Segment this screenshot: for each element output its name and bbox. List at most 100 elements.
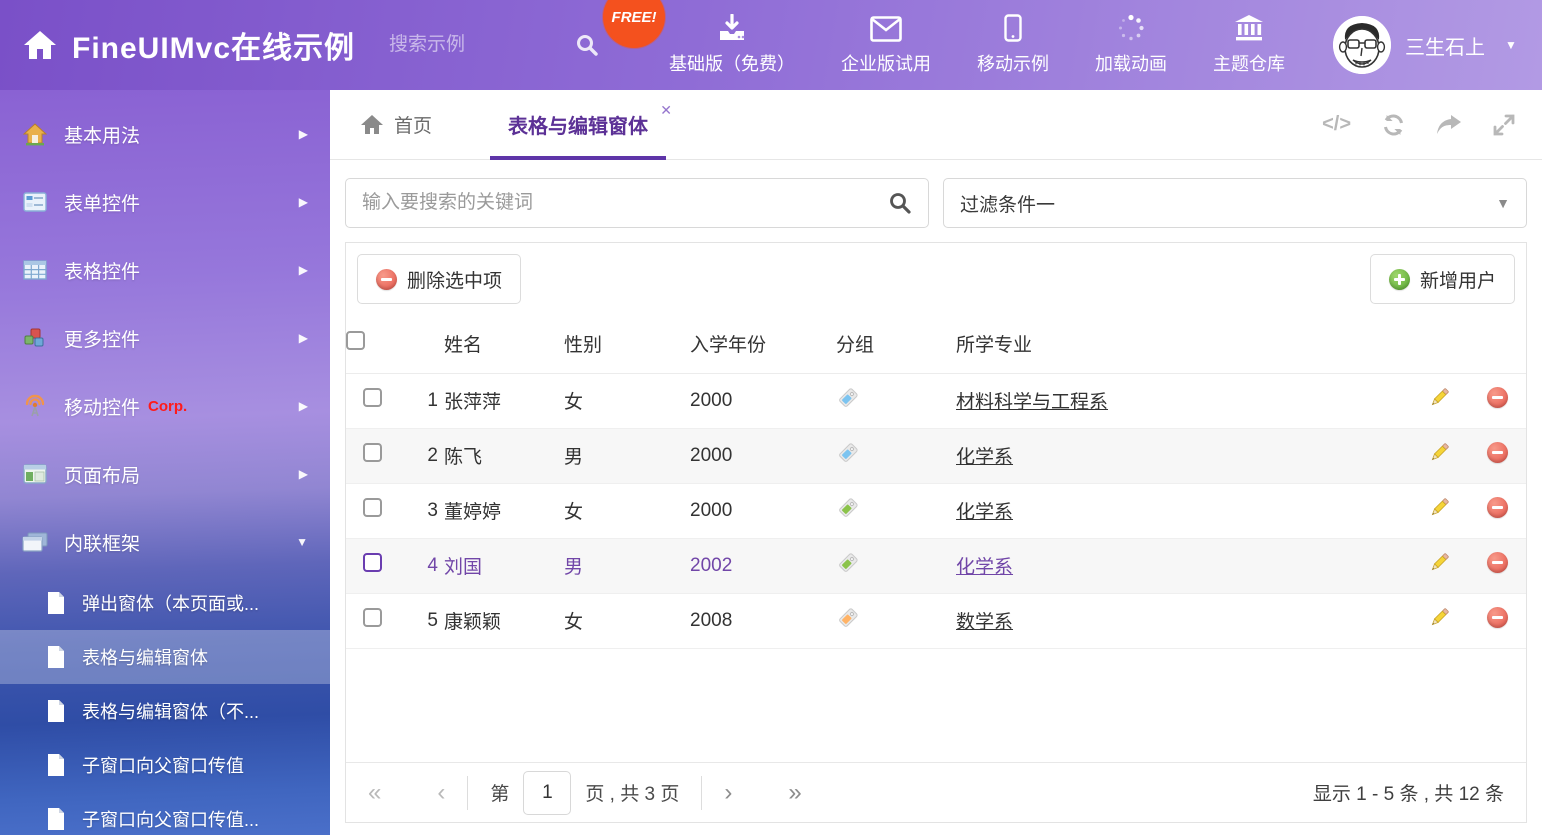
prev-page-icon[interactable]: ‹ <box>437 781 445 805</box>
delete-selected-button[interactable]: 删除选中项 <box>357 254 521 304</box>
cell-gender: 男 <box>564 428 690 483</box>
edit-icon[interactable] <box>1428 606 1451 629</box>
major-link[interactable]: 化学系 <box>956 447 1013 468</box>
delete-icon[interactable] <box>1487 552 1508 573</box>
delete-icon[interactable] <box>1487 442 1508 463</box>
tab-toolbar: </> <box>1322 113 1516 137</box>
nav-item-mobile-demo[interactable]: 移动示例 <box>977 14 1049 76</box>
cell-gender: 女 <box>564 593 690 648</box>
sidebar-item-grid-controls[interactable]: 表格控件 ▶ <box>0 236 330 304</box>
delete-icon[interactable] <box>1487 497 1508 518</box>
grid-toolbar: 删除选中项 新增用户 <box>346 243 1526 315</box>
filter-dropdown[interactable]: 过滤条件一 ▼ <box>943 178 1527 228</box>
major-link[interactable]: 化学系 <box>956 502 1013 523</box>
keyword-search-input[interactable] <box>362 192 888 214</box>
nav-label: 主题仓库 <box>1213 50 1285 76</box>
grid-empty-area <box>346 649 1526 763</box>
chevron-right-icon: ▶ <box>299 467 308 481</box>
table-row[interactable]: 5康颖颖女2008数学系 <box>346 593 1526 648</box>
column-header-gender[interactable]: 性别 <box>564 315 690 373</box>
sidebar-subitem-label: 弹出窗体（本页面或... <box>82 590 259 616</box>
first-page-icon[interactable]: « <box>368 781 381 805</box>
record-count-summary: 显示 1 - 5 条 , 共 12 条 <box>1313 779 1504 806</box>
sidebar-subitem-child-to-parent-alt[interactable]: 子窗口向父窗口传值... <box>0 792 330 835</box>
table-row[interactable]: 3董婷婷女2000化学系 <box>346 483 1526 538</box>
row-index: 2 <box>398 428 444 483</box>
page-icon <box>46 699 66 723</box>
delete-icon[interactable] <box>1487 607 1508 628</box>
sidebar-item-mobile-controls[interactable]: 移动控件 Corp. ▶ <box>0 372 330 440</box>
tag-icon <box>836 386 860 410</box>
row-checkbox[interactable] <box>363 608 382 627</box>
bank-icon <box>1234 14 1264 42</box>
row-checkbox[interactable] <box>363 388 382 407</box>
select-all-checkbox[interactable] <box>346 331 365 350</box>
edit-icon[interactable] <box>1428 386 1451 409</box>
sidebar-subitem-grid-edit-window[interactable]: 表格与编辑窗体 <box>0 630 330 684</box>
edit-icon[interactable] <box>1428 496 1451 519</box>
major-link[interactable]: 化学系 <box>956 557 1013 578</box>
free-badge: FREE! <box>603 0 665 48</box>
page-icon <box>46 807 66 831</box>
table-row[interactable]: 2陈飞男2000化学系 <box>346 428 1526 483</box>
active-tab-underline <box>490 156 666 160</box>
source-code-icon[interactable]: </> <box>1322 113 1351 136</box>
home-icon[interactable] <box>22 29 58 61</box>
open-new-window-icon[interactable] <box>1436 114 1462 136</box>
fullscreen-icon[interactable] <box>1492 113 1516 137</box>
nav-item-loading-animation[interactable]: 加载动画 <box>1095 14 1167 76</box>
nav-item-enterprise-trial[interactable]: 企业版试用 <box>841 16 931 76</box>
delete-icon[interactable] <box>1487 387 1508 408</box>
table-row[interactable]: 4刘国男2002化学系 <box>346 538 1526 593</box>
tab-home[interactable]: 首页 <box>360 111 432 138</box>
nav-item-theme-store[interactable]: 主题仓库 <box>1213 14 1285 76</box>
row-checkbox[interactable] <box>363 498 382 517</box>
major-link[interactable]: 数学系 <box>956 612 1013 633</box>
column-header-major[interactable]: 所学专业 <box>956 315 1410 373</box>
sidebar-subitem-grid-edit-window-alt[interactable]: 表格与编辑窗体（不... <box>0 684 330 738</box>
nav-label: 移动示例 <box>977 50 1049 76</box>
cell-gender: 女 <box>564 373 690 428</box>
header-search[interactable] <box>389 33 599 57</box>
sidebar-item-label: 页面布局 <box>64 461 140 488</box>
edit-icon[interactable] <box>1428 551 1451 574</box>
column-header-year[interactable]: 入学年份 <box>690 315 836 373</box>
tab-active-label: 表格与编辑窗体 <box>508 110 648 139</box>
next-page-icon[interactable]: › <box>724 781 732 805</box>
table-icon <box>22 260 48 280</box>
sidebar-item-page-layout[interactable]: 页面布局 ▶ <box>0 440 330 508</box>
keyword-search-box[interactable] <box>345 178 929 228</box>
chevron-right-icon: ▶ <box>299 263 308 277</box>
avatar[interactable] <box>1333 16 1391 74</box>
sidebar-item-inline-frame[interactable]: 内联框架 ▼ <box>0 508 330 576</box>
search-icon[interactable] <box>888 191 912 215</box>
table-row[interactable]: 1张萍萍女2000材料科学与工程系 <box>346 373 1526 428</box>
sidebar-subitem-popup-window[interactable]: 弹出窗体（本页面或... <box>0 576 330 630</box>
header-search-input[interactable] <box>389 34 539 56</box>
filter-row: 过滤条件一 ▼ <box>330 160 1542 242</box>
sidebar-subitem-child-to-parent[interactable]: 子窗口向父窗口传值 <box>0 738 330 792</box>
cell-gender: 男 <box>564 538 690 593</box>
sidebar-item-basic-usage[interactable]: 基本用法 ▶ <box>0 100 330 168</box>
sidebar-item-form-controls[interactable]: 表单控件 ▶ <box>0 168 330 236</box>
tab-grid-edit-window[interactable]: 表格与编辑窗体 ✕ <box>490 90 666 159</box>
user-menu[interactable]: 三生石上 ▼ <box>1333 16 1517 74</box>
cell-year: 2000 <box>690 483 836 538</box>
row-checkbox[interactable] <box>363 443 382 462</box>
divider <box>701 776 702 810</box>
last-page-icon[interactable]: » <box>788 781 801 805</box>
refresh-icon[interactable] <box>1381 113 1406 137</box>
row-checkbox[interactable] <box>363 553 382 572</box>
edit-icon[interactable] <box>1428 441 1451 464</box>
row-index: 1 <box>398 373 444 428</box>
search-icon[interactable] <box>575 33 599 57</box>
sidebar-item-label: 表格控件 <box>64 257 140 284</box>
sidebar-item-more-controls[interactable]: 更多控件 ▶ <box>0 304 330 372</box>
column-header-group[interactable]: 分组 <box>836 315 956 373</box>
add-user-button[interactable]: 新增用户 <box>1370 254 1515 304</box>
major-link[interactable]: 材料科学与工程系 <box>956 392 1108 413</box>
nav-item-basic-edition[interactable]: FREE! 基础版（免费） <box>669 14 795 76</box>
column-header-name[interactable]: 姓名 <box>444 315 564 373</box>
page-number-input[interactable] <box>523 771 571 815</box>
close-icon[interactable]: ✕ <box>660 102 672 119</box>
